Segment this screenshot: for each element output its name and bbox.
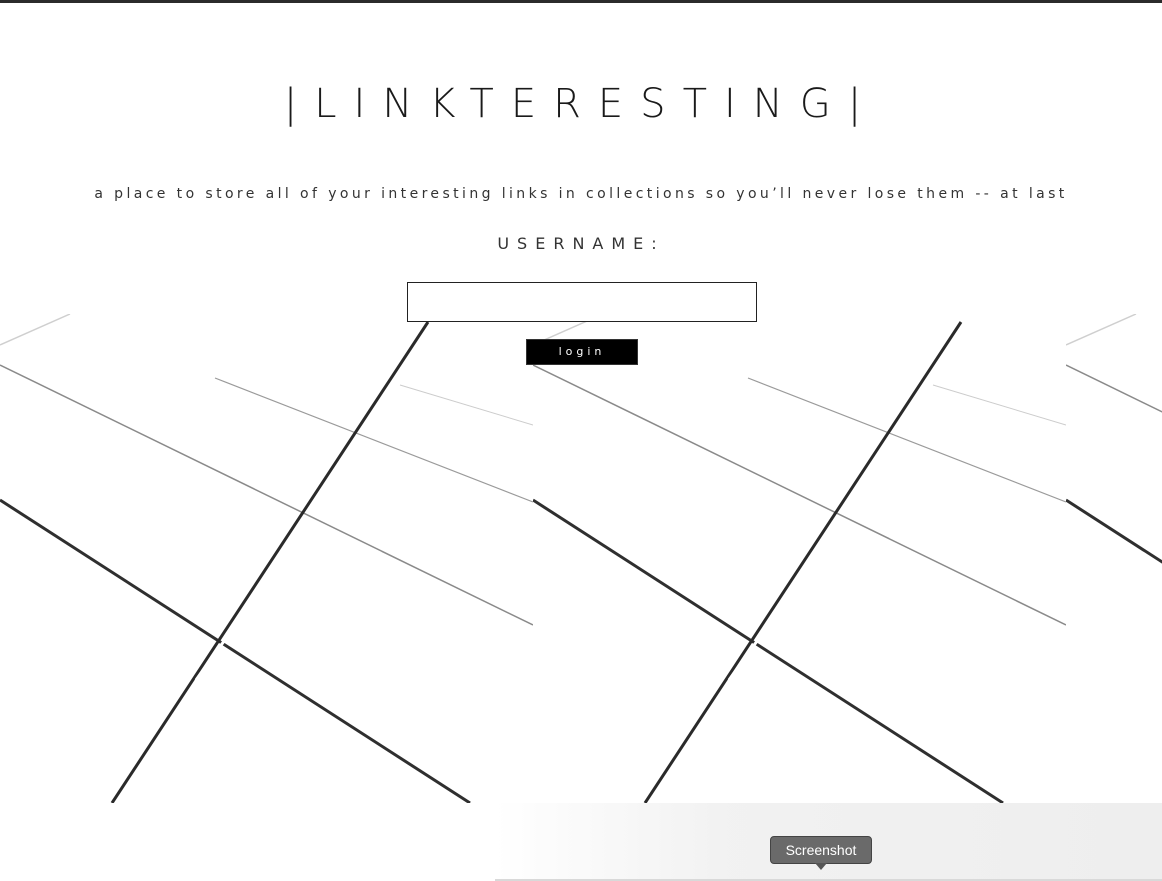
site-tagline: a place to store all of your interesting… xyxy=(94,186,1068,202)
tooltip-pointer xyxy=(815,863,827,870)
login-button[interactable]: login xyxy=(526,339,638,365)
username-label: USERNAME: xyxy=(497,234,665,253)
login-page: |LINKTERESTING| a place to store all of … xyxy=(0,0,1162,881)
site-title: |LINKTERESTING| xyxy=(283,81,879,127)
main-content: |LINKTERESTING| a place to store all of … xyxy=(0,0,1162,881)
bottom-strip xyxy=(0,803,1162,881)
username-input[interactable] xyxy=(407,282,757,322)
screenshot-tooltip: Screenshot xyxy=(770,836,872,864)
